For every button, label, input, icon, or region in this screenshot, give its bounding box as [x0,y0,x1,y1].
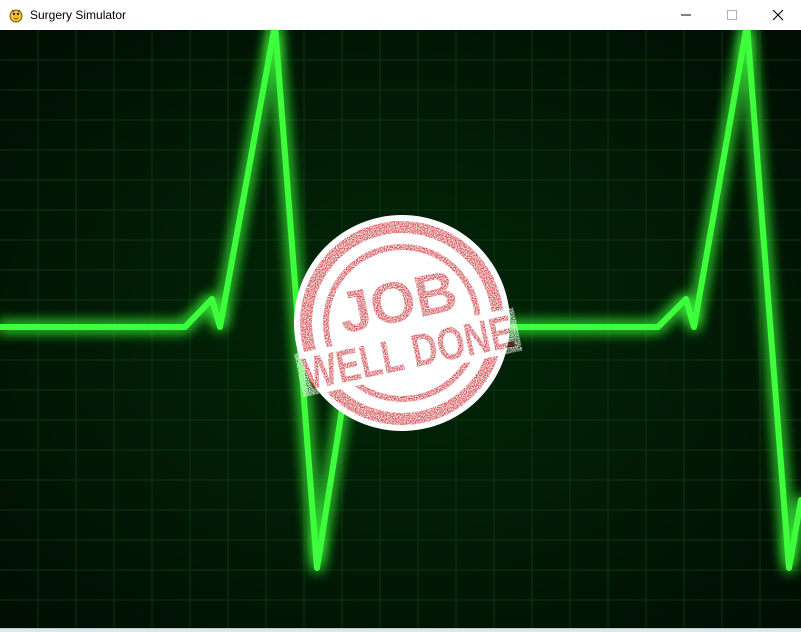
close-button[interactable] [755,0,801,30]
heart-monitor-scene: JOB WELL DONE [0,30,801,628]
bottom-border-line [0,628,801,629]
app-window: Surgery Simulator JOB WELL DONE [0,0,801,632]
game-canvas[interactable]: JOB WELL DONE [0,30,801,628]
close-icon [772,9,784,21]
pygame-snake-icon [8,7,24,23]
title-bar[interactable]: Surgery Simulator [0,0,801,30]
window-title: Surgery Simulator [30,8,127,22]
minimize-button[interactable] [663,0,709,30]
maximize-button[interactable] [709,0,755,30]
minimize-icon [681,14,691,16]
window-bottom-border [0,628,801,632]
maximize-icon [727,10,737,20]
